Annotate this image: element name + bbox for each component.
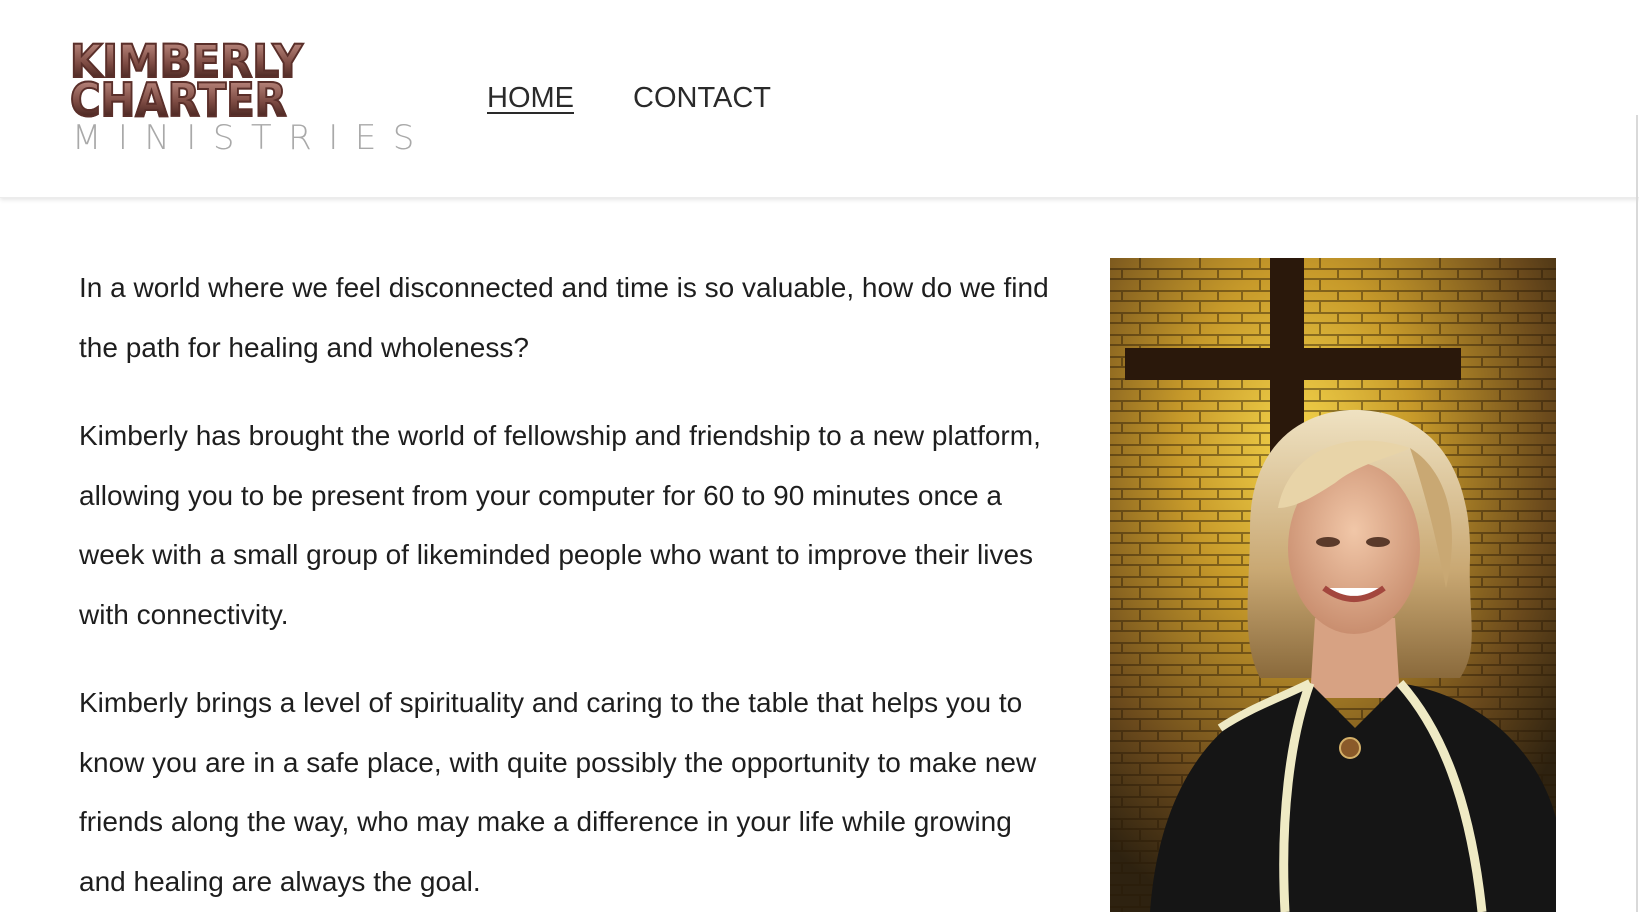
site-logo[interactable]: KIMBERLY CHARTER MINISTRIES bbox=[69, 38, 414, 158]
page: KIMBERLY CHARTER MINISTRIES HOME CONTACT… bbox=[0, 0, 1639, 912]
logo-line-3: MINISTRIES bbox=[72, 118, 431, 158]
main-content: In a world where we feel disconnected an… bbox=[79, 258, 1059, 912]
spirituality-paragraph: Kimberly brings a level of spirituality … bbox=[79, 687, 1037, 897]
intro-paragraph: In a world where we feel disconnected an… bbox=[79, 272, 1049, 363]
logo-line-2: CHARTER bbox=[69, 73, 288, 127]
site-header: KIMBERLY CHARTER MINISTRIES HOME CONTACT bbox=[0, 0, 1639, 198]
scroll-edge-divider bbox=[1636, 115, 1638, 912]
portrait-photo-image bbox=[1110, 258, 1556, 912]
nav-item-contact[interactable]: CONTACT bbox=[633, 80, 771, 116]
portrait-photo bbox=[1110, 258, 1556, 912]
platform-paragraph: Kimberly has brought the world of fellow… bbox=[79, 420, 1041, 630]
nav-item-home[interactable]: HOME bbox=[487, 80, 574, 116]
